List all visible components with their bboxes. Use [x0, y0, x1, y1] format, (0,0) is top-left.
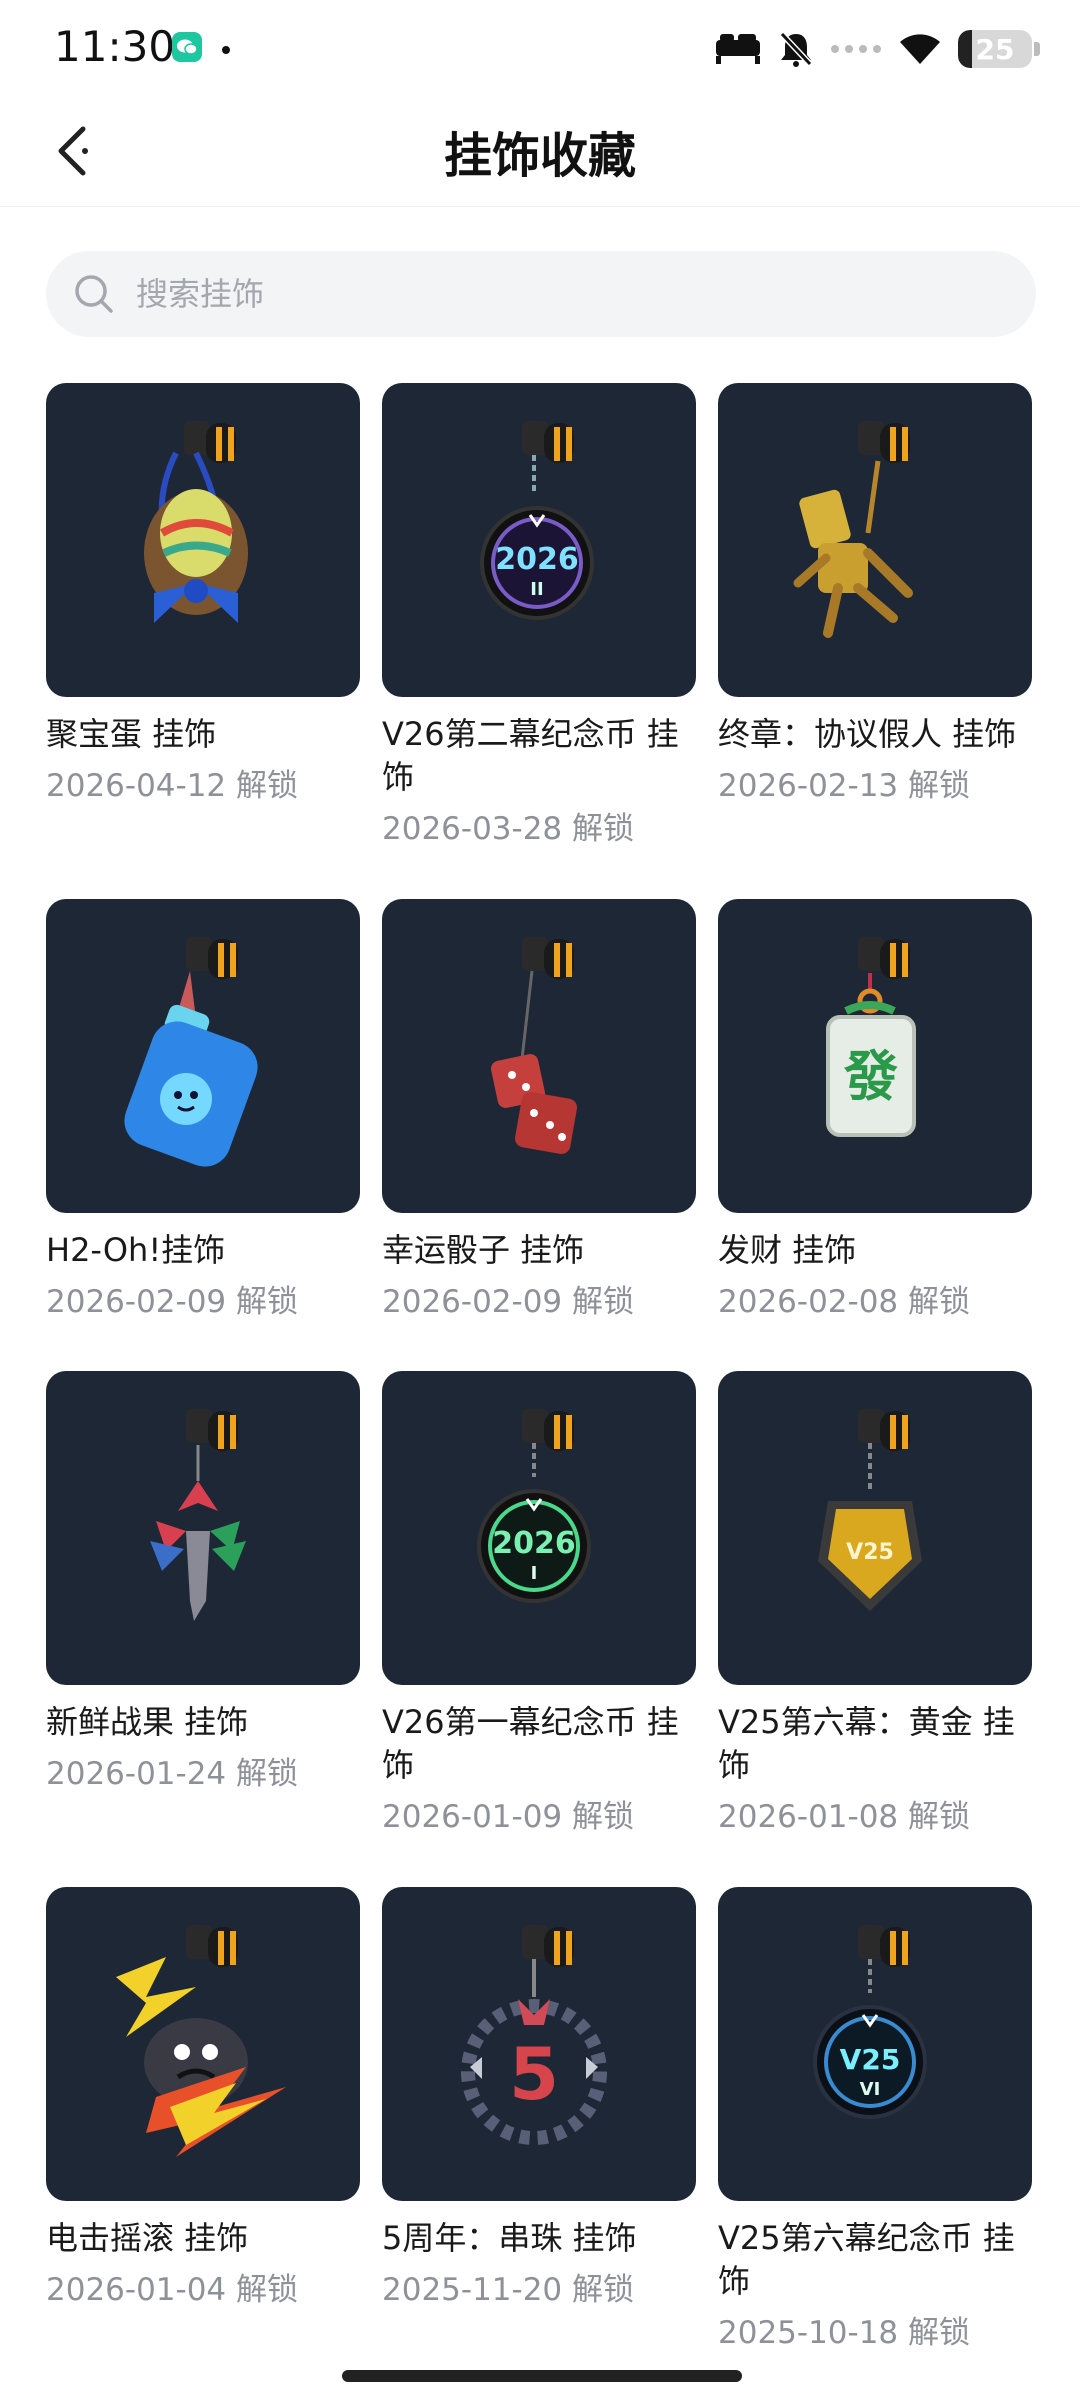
coin-act-text: I: [531, 1563, 538, 1584]
status-icons: 25: [714, 28, 1040, 70]
charm-name: 发财 挂饰: [718, 1231, 857, 1269]
status-time: 11:30: [54, 22, 176, 71]
charm-name: H2-Oh!挂饰: [46, 1231, 226, 1269]
battery-icon: 25: [958, 30, 1032, 68]
charm-name: 幸运骰子 挂饰: [382, 1231, 585, 1269]
search-icon: [72, 272, 116, 316]
status-bar: 11:30 25: [0, 0, 1080, 96]
gold-shield-charm-icon: V25: [818, 1409, 922, 1611]
charm-name: 终章：协议假人 挂饰: [718, 715, 1017, 753]
charm-thumbnail: 2026 I: [382, 1371, 696, 1685]
water-bottle-charm-icon: [124, 937, 258, 1167]
charm-name: V26第一幕纪念币 挂饰: [382, 1703, 679, 1784]
search-box[interactable]: [46, 251, 1036, 337]
tile-character-text: 發: [843, 1045, 898, 1108]
charm-thumbnail: [46, 899, 360, 1213]
leaf-sprig-charm-icon: [150, 1409, 246, 1621]
charm-thumbnail: V25 VI: [718, 1887, 1032, 2201]
coin-version-text: V25: [840, 2043, 901, 2076]
charm-thumbnail: 5: [382, 1887, 696, 2201]
golden-dummy-charm-icon: [793, 421, 913, 638]
signal-dots-icon: [831, 45, 881, 53]
easter-egg-basket-charm-icon: [144, 421, 248, 623]
charm-unlock-date: 2025-11-20 解锁: [382, 2272, 635, 2308]
charm-name: 聚宝蛋 挂饰: [46, 715, 217, 753]
charm-name: V26第二幕纪念币 挂饰: [382, 715, 679, 796]
charm-unlock-date: 2026-01-09 解锁: [382, 1799, 635, 1835]
charm-card[interactable]: 發 发财 挂饰 2026-02-08 解锁: [718, 899, 1032, 1371]
charm-card[interactable]: 2026 II V26第二幕纪念币 挂饰 2026-03-28 解锁: [382, 383, 696, 899]
charm-unlock-date: 2026-03-28 解锁: [382, 811, 635, 847]
charm-card[interactable]: V25 V25第六幕：黄金 挂饰 2026-01-08 解锁: [718, 1371, 1032, 1887]
charm-unlock-date: 2026-01-08 解锁: [718, 1799, 971, 1835]
charm-card[interactable]: 2026 I V26第一幕纪念币 挂饰 2026-01-09 解锁: [382, 1371, 696, 1887]
bed-icon: [716, 34, 760, 64]
charm-card[interactable]: H2-Oh!挂饰 2026-02-09 解锁: [46, 899, 360, 1371]
bell-muted-icon: [779, 31, 813, 67]
charm-thumbnail: [46, 383, 360, 697]
bead-ring-5th-anniversary-charm-icon: 5: [461, 1925, 607, 2145]
v25-act-6-coin-charm-icon: V25 VI: [813, 1925, 927, 2119]
charm-thumbnail: [46, 1371, 360, 1685]
charm-thumbnail: 發: [718, 899, 1032, 1213]
wifi-icon: [900, 34, 940, 64]
coin-year-text: 2026: [492, 1526, 576, 1561]
charm-thumbnail: [46, 1887, 360, 2201]
charm-thumbnail: [382, 899, 696, 1213]
charm-unlock-date: 2026-02-08 解锁: [718, 1284, 971, 1320]
charm-thumbnail: 2026 II: [382, 383, 696, 697]
notification-dot-icon: [222, 46, 230, 54]
charm-card[interactable]: 新鲜战果 挂饰 2026-01-24 解锁: [46, 1371, 360, 1887]
home-indicator[interactable]: [342, 2370, 742, 2382]
coin-act-text: VI: [860, 2079, 881, 2100]
dice-charm-icon: [491, 937, 578, 1155]
charm-thumbnail: V25: [718, 1371, 1032, 1685]
charm-unlock-date: 2026-02-09 解锁: [382, 1284, 635, 1320]
shield-text: V25: [846, 1540, 894, 1565]
charm-card[interactable]: 终章：协议假人 挂饰 2026-02-13 解锁: [718, 383, 1032, 899]
battery-level: 25: [975, 32, 1015, 66]
wechat-notification-icon: [172, 32, 202, 62]
charm-unlock-date: 2026-04-12 解锁: [46, 768, 299, 804]
charm-name: 新鲜战果 挂饰: [46, 1703, 249, 1741]
search-input[interactable]: [134, 274, 998, 314]
charm-unlock-date: 2026-01-04 解锁: [46, 2272, 299, 2308]
charm-card[interactable]: 聚宝蛋 挂饰 2026-04-12 解锁: [46, 383, 360, 899]
charm-card[interactable]: 幸运骰子 挂饰 2026-02-09 解锁: [382, 899, 696, 1371]
charm-name: 电击摇滚 挂饰: [46, 2219, 249, 2257]
anniversary-number-text: 5: [509, 2032, 559, 2116]
header: 挂饰收藏: [0, 96, 1080, 207]
charm-unlock-date: 2026-02-13 解锁: [718, 768, 971, 804]
charm-card[interactable]: 电击摇滚 挂饰 2026-01-04 解锁: [46, 1887, 360, 2353]
coin-act-text: II: [530, 579, 543, 600]
charm-thumbnail: [718, 383, 1032, 697]
charm-name: 5周年：串珠 挂饰: [382, 2219, 637, 2257]
charm-name: V25第六幕纪念币 挂饰: [718, 2219, 1015, 2300]
charm-card[interactable]: 5 5周年：串珠 挂饰 2025-11-20 解锁: [382, 1887, 696, 2353]
charm-card[interactable]: V25 VI V25第六幕纪念币 挂饰 2025-10-18 解锁: [718, 1887, 1032, 2353]
charm-grid: 聚宝蛋 挂饰 2026-04-12 解锁 2026 II V26第二幕纪念币 挂…: [46, 383, 1036, 2353]
charm-unlock-date: 2026-02-09 解锁: [46, 1284, 299, 1320]
charm-unlock-date: 2026-01-24 解锁: [46, 1756, 299, 1792]
electric-rock-charm-icon: [116, 1925, 286, 2157]
page-title: 挂饰收藏: [443, 128, 636, 184]
mahjong-tile-charm-icon: 發: [826, 937, 916, 1137]
charm-name: V25第六幕：黄金 挂饰: [718, 1703, 1015, 1784]
v26-act-1-coin-charm-icon: 2026 I: [477, 1409, 591, 1603]
charm-unlock-date: 2025-10-18 解锁: [718, 2315, 971, 2351]
v26-act-2-coin-charm-icon: 2026 II: [480, 421, 594, 620]
coin-year-text: 2026: [495, 542, 579, 577]
